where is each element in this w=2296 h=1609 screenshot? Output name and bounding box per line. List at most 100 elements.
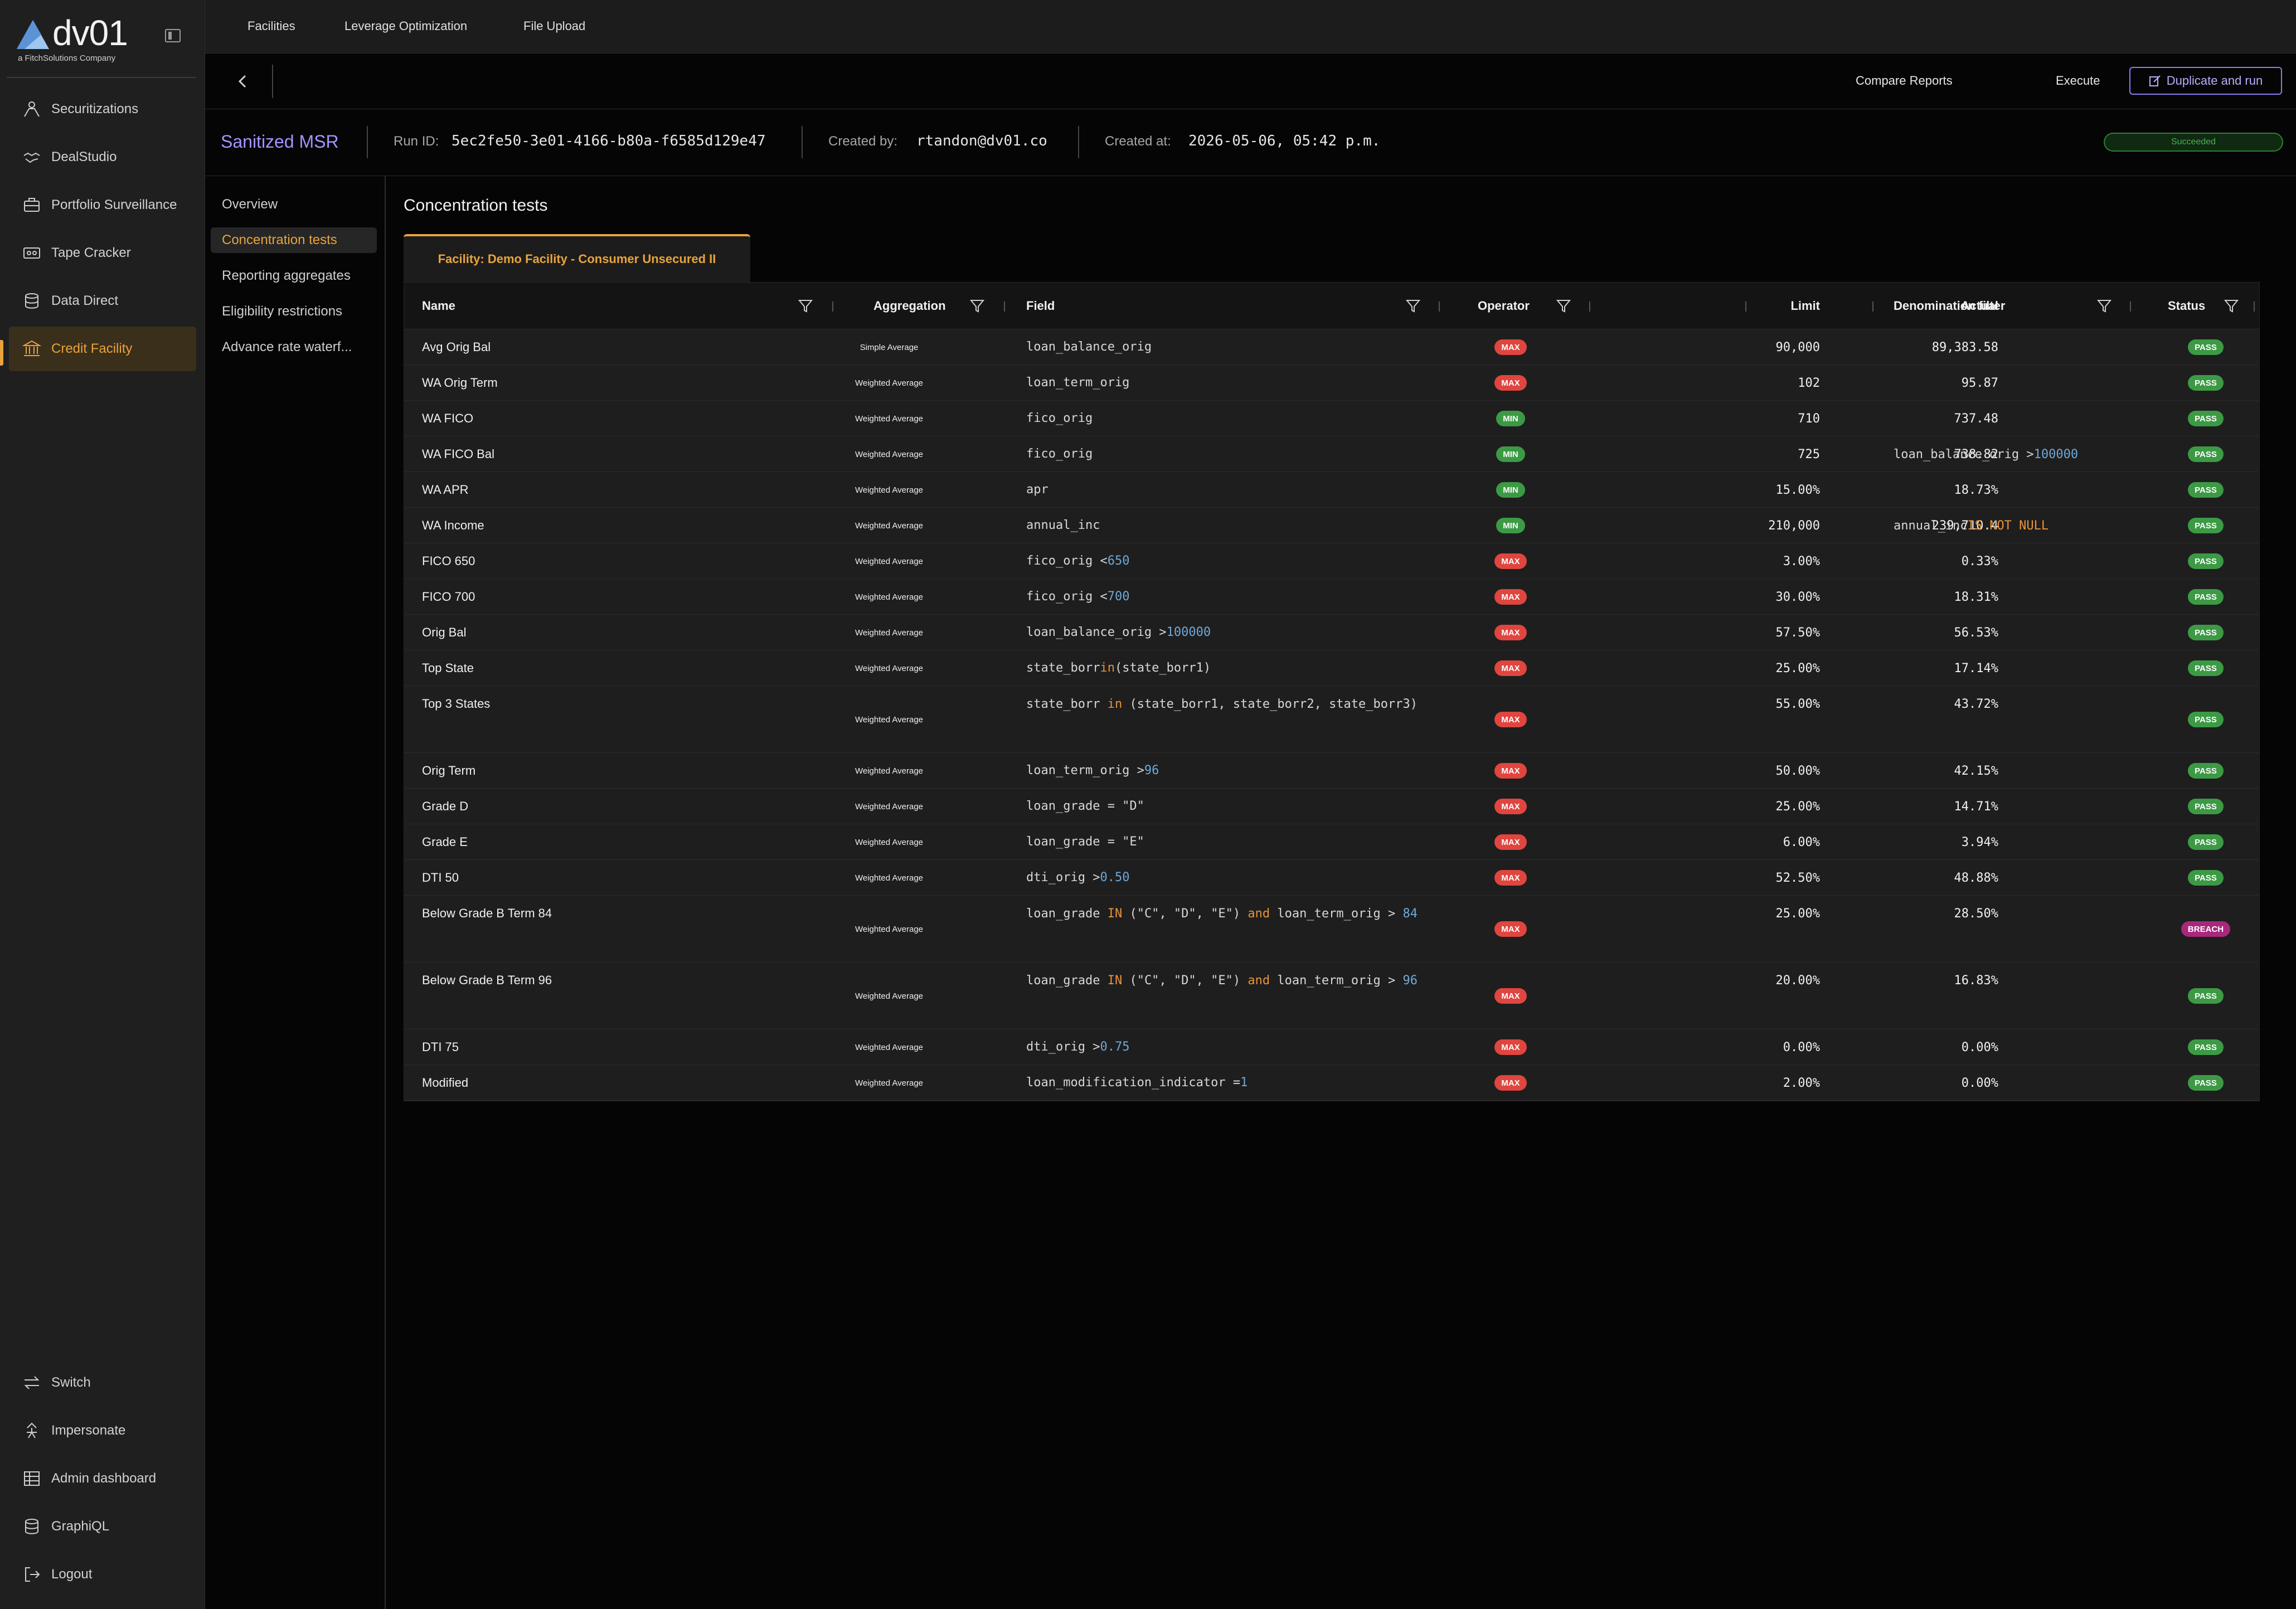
tab-leverage-optimization[interactable]: Leverage Optimization xyxy=(344,19,467,33)
tab-facility[interactable]: Facility: Demo Facility - Consumer Unsec… xyxy=(404,234,750,282)
table-row[interactable]: FICO 700 Weighted Average fico_orig < 700 M… xyxy=(404,579,2259,615)
cell-aggregation: Weighted Average xyxy=(855,521,924,531)
table-row[interactable]: Avg Orig Bal Simple Average loan_balance_o… xyxy=(404,329,2259,365)
table-row[interactable]: Top State Weighted Average state_borr in (… xyxy=(404,650,2259,686)
column-header-status[interactable]: Status xyxy=(2168,283,2205,329)
sidebar-item-logout[interactable]: Logout xyxy=(9,1552,196,1597)
operator-badge: MAX xyxy=(1494,660,1527,676)
filter-icon[interactable] xyxy=(798,298,813,314)
column-header-field[interactable]: Field xyxy=(1026,283,1055,329)
sidebar-item-tape-cracker[interactable]: Tape Cracker xyxy=(9,231,196,275)
table-row[interactable]: Grade E Weighted Average loan_grade = "E" M… xyxy=(404,824,2259,860)
table-row[interactable]: Below Grade B Term 84 Weighted Average loa… xyxy=(404,896,2259,963)
sidebar-item-admin-dashboard[interactable]: Admin dashboard xyxy=(9,1456,196,1501)
filter-icon[interactable] xyxy=(1556,298,1571,314)
column-resizer[interactable] xyxy=(1004,302,1005,312)
sidebar-item-label: Data Direct xyxy=(51,293,119,308)
operator-badge: MAX xyxy=(1494,339,1527,355)
column-resizer[interactable] xyxy=(832,302,833,312)
cell-aggregation: Weighted Average xyxy=(855,1042,924,1052)
sidebar-item-impersonate[interactable]: Impersonate xyxy=(9,1408,196,1453)
cell-operator: MAX xyxy=(1486,860,1536,896)
subnav-item-overview[interactable]: Overview xyxy=(211,192,377,217)
table-row[interactable]: WA FICO Bal Weighted Average fico_orig MIN 7… xyxy=(404,436,2259,472)
column-header-denomination-filter[interactable]: Denomination filter xyxy=(1894,283,2005,329)
tab-file-upload[interactable]: File Upload xyxy=(523,19,585,33)
back-arrow-icon[interactable] xyxy=(233,71,253,91)
cell-denomination-filter xyxy=(1894,686,2150,722)
status-badge: PASS xyxy=(2188,446,2224,462)
cell-aggregation: Weighted Average xyxy=(855,991,924,1001)
column-header-aggregation[interactable]: Aggregation xyxy=(873,283,946,329)
column-resizer[interactable] xyxy=(2254,302,2255,312)
compare-reports-button[interactable]: Compare Reports xyxy=(1856,74,1953,88)
filter-icon[interactable] xyxy=(2096,298,2112,314)
cell-aggregation: Weighted Average xyxy=(855,378,924,388)
table-row[interactable]: Top 3 States Weighted Average state_borr i… xyxy=(404,686,2259,753)
sidebar-item-switch[interactable]: Switch xyxy=(9,1360,196,1405)
subnav-item-concentration-tests[interactable]: Concentration tests xyxy=(211,227,377,253)
brand-tagline: a FitchSolutions Company xyxy=(18,54,116,63)
table-row[interactable]: Modified Weighted Average loan_modificatio… xyxy=(404,1065,2259,1101)
column-resizer[interactable] xyxy=(2130,302,2131,312)
cell-limit: 25.00% xyxy=(1775,906,1820,921)
subnav-item-advance-rate-waterf[interactable]: Advance rate waterf... xyxy=(211,334,377,360)
cell-aggregation: Weighted Average xyxy=(855,837,924,847)
execute-button[interactable]: Execute xyxy=(2056,74,2100,88)
column-header-name[interactable]: Name xyxy=(422,283,455,329)
cell-denomination-filter xyxy=(1894,401,2150,436)
brand-name: dv01 xyxy=(52,13,128,53)
sidebar-collapse-icon[interactable] xyxy=(165,29,181,42)
cell-denomination-filter: annual_inc IS NOT NULL xyxy=(1894,518,2049,533)
cell-limit: 30.00% xyxy=(1775,590,1820,604)
cell-name: Grade E xyxy=(422,835,468,849)
cell-name: Top State xyxy=(422,661,474,675)
status-badge: PASS xyxy=(2188,625,2224,640)
report-title: Sanitized MSR xyxy=(221,132,339,152)
table-icon xyxy=(24,1471,40,1486)
table-row[interactable]: DTI 75 Weighted Average dti_orig > 0.75 MAX… xyxy=(404,1029,2259,1065)
divider xyxy=(802,126,803,158)
subnav-item-eligibility-restrictions[interactable]: Eligibility restrictions xyxy=(211,299,377,324)
subnav-item-reporting-aggregates[interactable]: Reporting aggregates xyxy=(211,263,377,289)
cell-name: Top 3 States xyxy=(422,697,491,711)
table-row[interactable]: Grade D Weighted Average loan_grade = "D" M… xyxy=(404,789,2259,824)
cell-denomination-filter xyxy=(1894,579,2150,615)
main-content: Concentration tests Facility: Demo Facil… xyxy=(386,176,2296,1609)
sidebar-item-graphiql[interactable]: GraphiQL xyxy=(9,1504,196,1549)
table-row[interactable]: Orig Term Weighted Average loan_term_orig … xyxy=(404,753,2259,789)
tab-facilities[interactable]: Facilities xyxy=(247,19,295,33)
table-row[interactable]: Below Grade B Term 96 Weighted Average loa… xyxy=(404,963,2259,1029)
cell-name: WA FICO Bal xyxy=(422,447,494,461)
sidebar-item-securitizations[interactable]: Securitizations xyxy=(9,87,196,132)
filter-icon[interactable] xyxy=(969,298,985,314)
edit-icon xyxy=(2149,75,2161,86)
column-header-limit[interactable]: Limit xyxy=(1695,283,1820,329)
cell-limit: 20.00% xyxy=(1775,973,1820,988)
sidebar-item-data-direct[interactable]: Data Direct xyxy=(9,279,196,323)
table-row[interactable]: Orig Bal Weighted Average loan_balance_ori… xyxy=(404,615,2259,650)
sidebar-item-label: DealStudio xyxy=(51,149,117,164)
table-row[interactable]: WA Income Weighted Average annual_inc MIN 21… xyxy=(404,508,2259,543)
sidebar-item-portfolio-surveillance[interactable]: Portfolio Surveillance xyxy=(9,183,196,227)
filter-icon[interactable] xyxy=(2224,298,2239,314)
column-header-operator[interactable]: Operator xyxy=(1478,283,1530,329)
table-row[interactable]: FICO 650 Weighted Average fico_orig < 650 M… xyxy=(404,543,2259,579)
filter-icon[interactable] xyxy=(1405,298,1421,314)
table-row[interactable]: WA APR Weighted Average apr MIN 15.00% 18.73%… xyxy=(404,472,2259,508)
sidebar-item-label: Portfolio Surveillance xyxy=(51,197,177,212)
cell-status: PASS xyxy=(2172,963,2239,1029)
cell-operator: MIN xyxy=(1486,472,1536,508)
table-row[interactable]: WA Orig Term Weighted Average loan_term_or… xyxy=(404,365,2259,401)
bank-icon xyxy=(22,340,41,356)
securitizations-icon xyxy=(24,101,40,117)
sidebar-item-dealstudio[interactable]: DealStudio xyxy=(9,135,196,179)
cell-aggregation: Simple Average xyxy=(860,342,919,352)
table-row[interactable]: WA FICO Weighted Average fico_orig MIN 710 73… xyxy=(404,401,2259,436)
sidebar-item-credit-facility[interactable]: Credit Facility xyxy=(9,327,196,371)
column-resizer[interactable] xyxy=(1439,302,1440,312)
duplicate-and-run-button[interactable]: Duplicate and run xyxy=(2129,67,2282,95)
cell-operator: MAX xyxy=(1486,579,1536,615)
table-row[interactable]: DTI 50 Weighted Average dti_orig > 0.50 MAX… xyxy=(404,860,2259,896)
column-resizer[interactable] xyxy=(1589,302,1590,312)
